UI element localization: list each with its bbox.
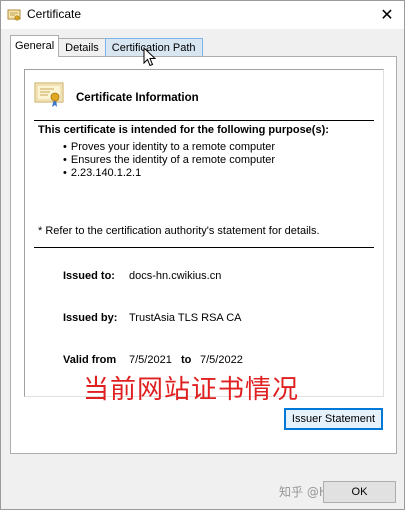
divider [34, 120, 374, 121]
certificate-icon [34, 82, 64, 107]
valid-to-label: to [181, 354, 192, 366]
tab-details[interactable]: Details [58, 38, 106, 57]
certificate-dialog: Certificate ✕ General Details Certificat… [0, 0, 405, 510]
list-item: 2.23.140.1.2.1 [63, 167, 275, 180]
window-title: Certificate [27, 7, 82, 21]
issued-by-value: TrustAsia TLS RSA CA [129, 312, 242, 324]
issued-to-value: docs-hn.cwikius.cn [129, 270, 222, 282]
valid-from-label: Valid from [63, 354, 117, 366]
divider [34, 247, 374, 248]
close-icon: ✕ [380, 7, 394, 24]
tab-bar: General Details Certification Path [10, 35, 203, 57]
tab-general[interactable]: General [10, 35, 60, 57]
list-item: Ensures the identity of a remote compute… [63, 154, 275, 167]
purpose-list: Proves your identity to a remote compute… [63, 141, 275, 180]
close-button[interactable]: ✕ [370, 1, 404, 29]
issuer-statement-button[interactable]: Issuer Statement [284, 408, 383, 430]
mouse-cursor-icon [143, 47, 157, 67]
purpose-heading: This certificate is intended for the fol… [38, 124, 329, 136]
valid-from-value: 7/5/2021 [129, 354, 172, 366]
ok-button[interactable]: OK [323, 481, 396, 503]
certificate-icon [7, 9, 21, 21]
issued-by-label: Issued by: [63, 312, 118, 324]
annotation-text: 当前网站证书情况 [83, 375, 300, 405]
certificate-info-title: Certificate Information [76, 92, 199, 104]
title-bar: Certificate ✕ [1, 1, 404, 29]
valid-to-value: 7/5/2022 [200, 354, 243, 366]
issued-to-label: Issued to: [63, 270, 115, 282]
certificate-info-box: Certificate Information This certificate… [24, 69, 384, 397]
refer-note: * Refer to the certification authority's… [38, 225, 320, 237]
list-item: Proves your identity to a remote compute… [63, 141, 275, 154]
